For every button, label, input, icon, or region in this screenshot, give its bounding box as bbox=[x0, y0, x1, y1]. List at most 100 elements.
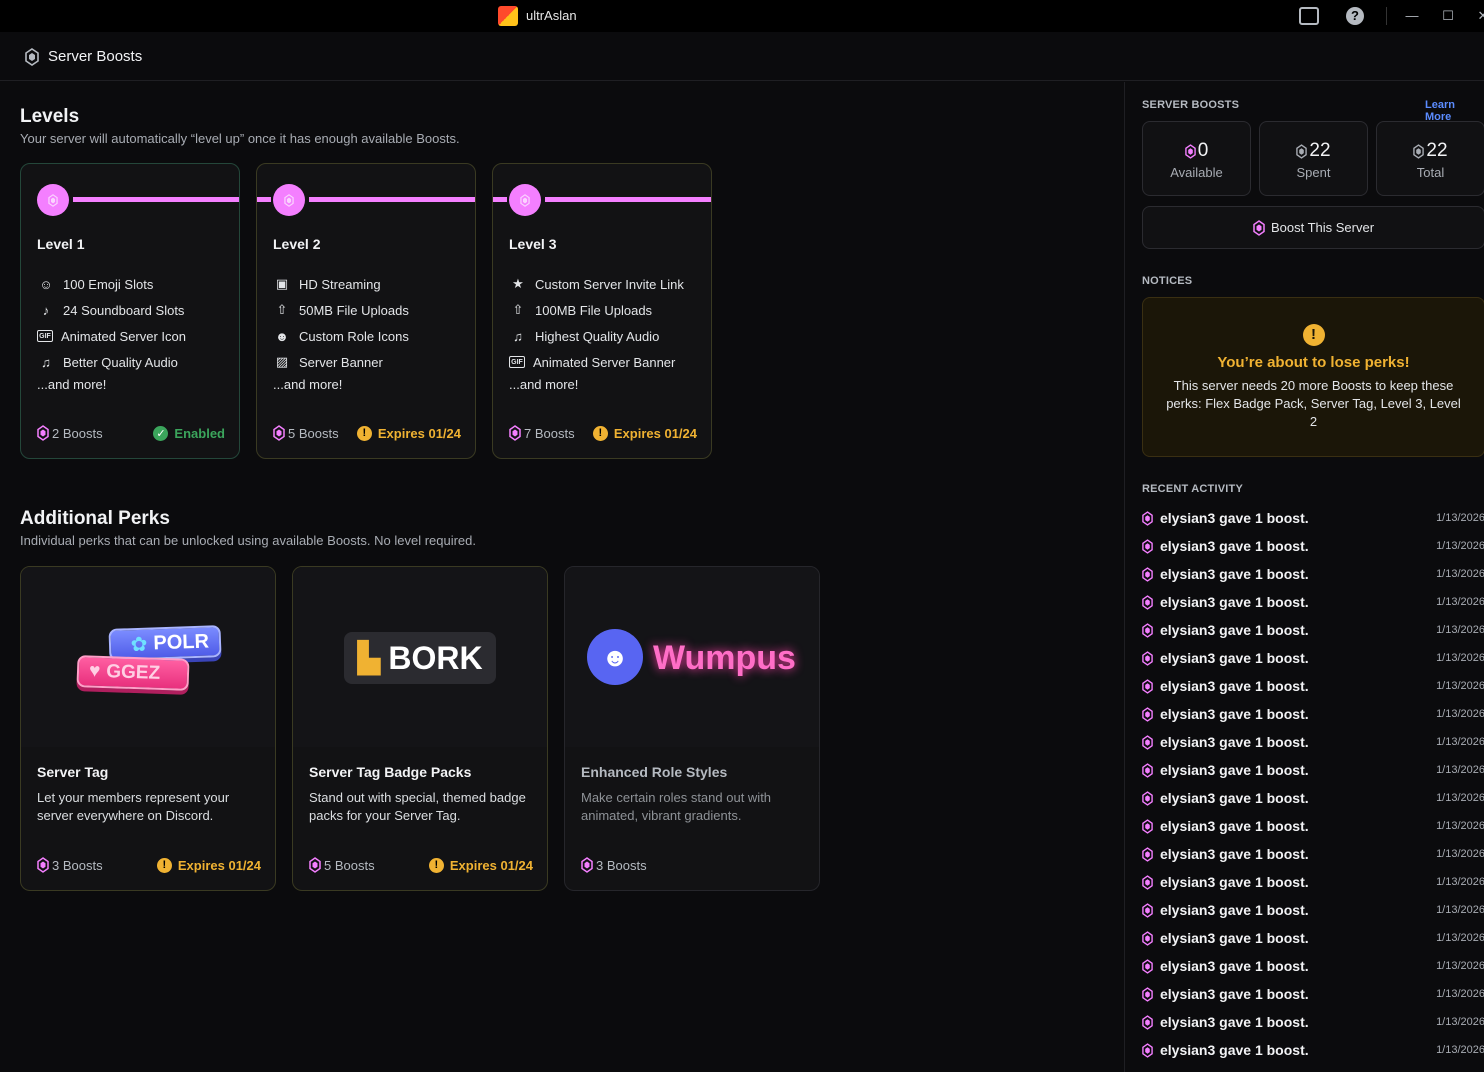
level-progress-bar bbox=[545, 197, 711, 202]
stat-number: 0 bbox=[1197, 140, 1209, 161]
activity-main: elysian3 gave 1 boost. bbox=[1142, 566, 1309, 582]
activity-item: elysian3 gave 1 boost. 1/13/2026 bbox=[1142, 616, 1484, 644]
server-tag-art-text: GGEZ bbox=[105, 661, 161, 684]
perk-art: ✿ POLR ♥ GGEZ bbox=[21, 567, 275, 747]
activity-item: elysian3 gave 1 boost. 1/13/2026 bbox=[1142, 1036, 1484, 1064]
level-status: ✓ Enabled bbox=[153, 425, 225, 441]
soundboard-icon: ♪ bbox=[42, 302, 50, 318]
activity-item: elysian3 gave 1 boost. 1/13/2026 bbox=[1142, 952, 1484, 980]
activity-main: elysian3 gave 1 boost. bbox=[1142, 734, 1309, 750]
help-icon[interactable]: ? bbox=[1346, 7, 1364, 25]
activity-text: elysian3 gave 1 boost. bbox=[1160, 1014, 1309, 1030]
level-status-label: Expires 01/24 bbox=[377, 425, 461, 441]
activity-main: elysian3 gave 1 boost. bbox=[1142, 762, 1309, 778]
more-perks-text: ...and more! bbox=[273, 377, 343, 392]
activity-item: elysian3 gave 1 boost. 1/13/2026 bbox=[1142, 588, 1484, 616]
activity-date: 1/13/2026 bbox=[1436, 876, 1484, 888]
additional-perk-card-2[interactable]: ▙ BORK Server Tag Badge Packs Stand out wit… bbox=[292, 566, 548, 891]
level-card-footer: 2 Boosts ✓ Enabled bbox=[37, 424, 225, 442]
level-perk-label: Custom Role Icons bbox=[299, 328, 409, 344]
activity-item: elysian3 gave 1 boost. 1/13/2026 bbox=[1142, 924, 1484, 952]
activity-main: elysian3 gave 1 boost. bbox=[1142, 1014, 1309, 1030]
maximize-button[interactable]: ☐ bbox=[1437, 6, 1459, 26]
level-perk-label: Server Banner bbox=[299, 354, 383, 370]
close-button[interactable]: ✕ bbox=[1472, 6, 1484, 26]
level-perk-label: 100 Emoji Slots bbox=[63, 276, 154, 292]
boost-gem-icon bbox=[273, 425, 285, 441]
activity-main: elysian3 gave 1 boost. bbox=[1142, 650, 1309, 666]
boost-gem-icon bbox=[1142, 622, 1153, 638]
activity-text: elysian3 gave 1 boost. bbox=[1160, 1042, 1309, 1058]
activity-text: elysian3 gave 1 boost. bbox=[1160, 566, 1309, 582]
boost-gem-icon bbox=[1296, 143, 1308, 159]
boost-gem-icon bbox=[37, 425, 49, 441]
level-perk-list: ★ Custom Server Invite Link ⇧ 100MB File Up… bbox=[509, 271, 684, 392]
activity-date: 1/13/2026 bbox=[1436, 988, 1484, 1000]
wumpus-gradient-text: Wumpus bbox=[653, 639, 796, 677]
activity-main: elysian3 gave 1 boost. bbox=[1142, 902, 1309, 918]
boost-gem-icon bbox=[1142, 594, 1153, 610]
dog-icon: ▙ bbox=[357, 641, 381, 675]
boost-button-label: Boost This Server bbox=[1270, 220, 1375, 235]
activity-date: 1/13/2026 bbox=[1436, 792, 1484, 804]
boost-gem-icon bbox=[37, 857, 49, 873]
boost-gem-icon bbox=[1142, 1014, 1153, 1030]
upload-icon: ⇧ bbox=[512, 302, 524, 317]
boost-gem-icon bbox=[1142, 986, 1153, 1002]
level-perk-label: 24 Soundboard Slots bbox=[63, 302, 185, 318]
wumpus-avatar-icon: ☻ bbox=[587, 629, 643, 685]
additional-perk-card-3[interactable]: ☻ Wumpus Enhanced Role Styles Make certain … bbox=[564, 566, 820, 891]
warning-icon: ! bbox=[156, 857, 172, 873]
activity-item: elysian3 gave 1 boost. 1/13/2026 bbox=[1142, 560, 1484, 588]
boost-count: 5 Boosts bbox=[273, 425, 339, 441]
image-icon: ▨ bbox=[275, 354, 289, 369]
perk-description: Stand out with special, themed badge pac… bbox=[309, 790, 526, 823]
level-perk-label: Animated Server Icon bbox=[61, 328, 187, 344]
activity-text: elysian3 gave 1 boost. bbox=[1160, 790, 1309, 806]
activity-text: elysian3 gave 1 boost. bbox=[1160, 958, 1309, 974]
boost-gem-icon bbox=[1142, 874, 1153, 890]
activity-text: elysian3 gave 1 boost. bbox=[1160, 762, 1309, 778]
additional-perks-title: Additional Perks bbox=[20, 508, 170, 529]
perk-description: Let your members represent your server e… bbox=[37, 790, 230, 823]
boost-gem-icon bbox=[309, 857, 321, 873]
learn-more-link[interactable]: Learn More bbox=[1425, 99, 1484, 123]
check-icon: ✓ bbox=[153, 425, 169, 441]
boost-gem-icon bbox=[1413, 143, 1425, 159]
level-status-label: Enabled bbox=[174, 425, 225, 441]
boost-gem-icon bbox=[48, 193, 58, 207]
additional-perk-card-1[interactable]: ✿ POLR ♥ GGEZ Server Tag Let your members rep… bbox=[20, 566, 276, 891]
boost-count-label: 7 Boosts bbox=[524, 425, 575, 441]
activity-date: 1/13/2026 bbox=[1436, 540, 1484, 552]
stat-value: 22 bbox=[1260, 140, 1367, 162]
activity-date: 1/13/2026 bbox=[1436, 904, 1484, 916]
level-perk-item: ★ Custom Server Invite Link bbox=[509, 271, 684, 297]
warning-icon: ! bbox=[592, 425, 608, 441]
page-header: Server Boosts bbox=[0, 32, 1484, 81]
flower-icon: ✿ bbox=[130, 633, 148, 656]
level-perk-item: ♫ Better Quality Audio bbox=[37, 349, 186, 375]
level-perk-item: ▣ HD Streaming bbox=[273, 271, 409, 297]
emoji-icon: ☺ bbox=[39, 276, 53, 292]
level-name: Level 2 bbox=[273, 236, 321, 252]
activity-main: elysian3 gave 1 boost. bbox=[1142, 930, 1309, 946]
level-progress-bar bbox=[257, 197, 271, 202]
level-name: Level 3 bbox=[509, 236, 557, 252]
badge-pack-art-text: BORK bbox=[388, 639, 483, 676]
activity-main: elysian3 gave 1 boost. bbox=[1142, 1042, 1309, 1058]
level-perk-label: Custom Server Invite Link bbox=[535, 276, 684, 292]
recent-activity-heading: RECENT ACTIVITY bbox=[1142, 483, 1243, 495]
boost-gem-icon bbox=[1142, 762, 1153, 778]
activity-item: elysian3 gave 1 boost. 1/13/2026 bbox=[1142, 756, 1484, 784]
boost-this-server-button[interactable]: Boost This Server bbox=[1142, 206, 1484, 249]
stat-available: 0 Available bbox=[1142, 121, 1251, 196]
inbox-icon[interactable] bbox=[1299, 7, 1319, 25]
boost-count-label: 5 Boosts bbox=[288, 425, 339, 441]
activity-main: elysian3 gave 1 boost. bbox=[1142, 986, 1309, 1002]
headphones-icon: ♫ bbox=[513, 328, 523, 344]
notice-text: This server needs 20 more Boosts to keep… bbox=[1166, 378, 1461, 429]
activity-main: elysian3 gave 1 boost. bbox=[1142, 510, 1309, 526]
minimize-button[interactable]: — bbox=[1401, 6, 1423, 26]
heart-icon: ♥ bbox=[88, 660, 101, 682]
activity-item: elysian3 gave 1 boost. 1/13/2026 bbox=[1142, 644, 1484, 672]
